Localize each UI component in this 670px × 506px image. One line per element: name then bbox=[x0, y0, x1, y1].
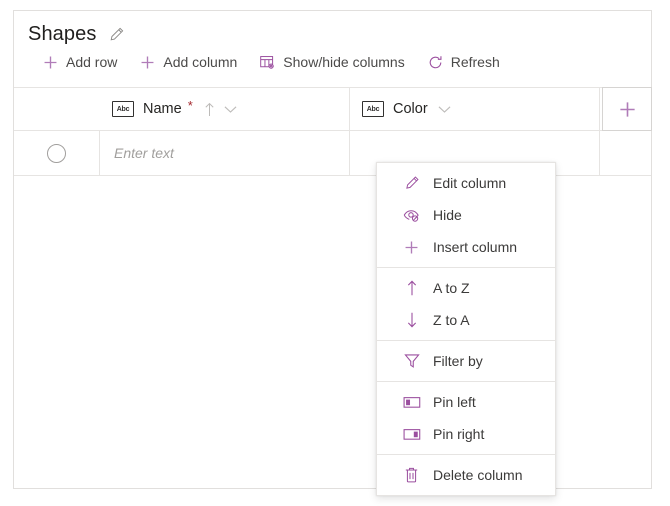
arrow-up-icon[interactable] bbox=[203, 102, 216, 117]
menu-separator bbox=[377, 454, 555, 455]
show-hide-columns-label: Show/hide columns bbox=[283, 54, 405, 70]
menu-item-edit-column[interactable]: Edit column bbox=[377, 167, 555, 199]
radio-unselected-icon[interactable] bbox=[47, 143, 66, 163]
table-settings-icon bbox=[259, 54, 276, 71]
arrow-down-icon bbox=[403, 312, 420, 329]
menu-item-label: Z to A bbox=[433, 312, 470, 328]
menu-item-label: Pin left bbox=[433, 394, 476, 410]
column-header-name-label: Name bbox=[143, 101, 182, 117]
add-column-button[interactable]: Add column bbox=[137, 51, 239, 74]
refresh-button[interactable]: Refresh bbox=[425, 51, 502, 74]
cell-name[interactable]: Enter text bbox=[100, 131, 350, 175]
menu-item-delete-column[interactable]: Delete column bbox=[377, 459, 555, 491]
menu-item-filter-by[interactable]: Filter by bbox=[377, 345, 555, 377]
plus-icon bbox=[403, 239, 420, 256]
chevron-down-icon[interactable] bbox=[438, 105, 451, 114]
pin-right-icon bbox=[403, 426, 420, 443]
name-input-placeholder: Enter text bbox=[114, 145, 174, 161]
grid-header-row: Abc Name * Abc Color bbox=[14, 87, 652, 131]
command-toolbar: Add row Add column Show/hide columns Ref… bbox=[14, 43, 651, 81]
pencil-icon bbox=[403, 175, 420, 192]
column-header-color[interactable]: Abc Color bbox=[350, 88, 600, 130]
column-context-menu: Edit column Hide Insert column A to Z Z … bbox=[376, 162, 556, 496]
menu-item-label: Hide bbox=[433, 207, 462, 223]
menu-item-pin-left[interactable]: Pin left bbox=[377, 386, 555, 418]
menu-separator bbox=[377, 267, 555, 268]
column-header-name[interactable]: Abc Name * bbox=[100, 88, 350, 130]
add-column-label: Add column bbox=[163, 54, 238, 70]
abc-icon: Abc bbox=[112, 101, 134, 117]
add-row-label: Add row bbox=[66, 54, 118, 70]
plus-icon bbox=[139, 54, 156, 71]
add-row-button[interactable]: Add row bbox=[40, 51, 119, 74]
menu-item-label: Edit column bbox=[433, 175, 507, 191]
menu-item-label: Pin right bbox=[433, 426, 485, 442]
chevron-down-icon[interactable] bbox=[224, 105, 237, 114]
menu-item-hide[interactable]: Hide bbox=[377, 199, 555, 231]
menu-item-sort-z-to-a[interactable]: Z to A bbox=[377, 304, 555, 336]
pencil-icon[interactable] bbox=[108, 26, 125, 43]
plus-icon bbox=[618, 100, 637, 119]
abc-icon: Abc bbox=[362, 101, 384, 117]
eye-hide-icon bbox=[403, 207, 420, 224]
trash-icon bbox=[403, 467, 420, 484]
show-hide-columns-button[interactable]: Show/hide columns bbox=[257, 51, 406, 74]
refresh-icon bbox=[427, 54, 444, 71]
menu-item-label: Filter by bbox=[433, 353, 483, 369]
menu-item-pin-right[interactable]: Pin right bbox=[377, 418, 555, 450]
title-bar: Shapes bbox=[14, 11, 651, 45]
menu-item-label: Insert column bbox=[433, 239, 518, 255]
list-card: Shapes Add row Add column Show/hide colu… bbox=[13, 10, 652, 496]
filter-icon bbox=[403, 353, 420, 370]
refresh-label: Refresh bbox=[450, 54, 500, 70]
arrow-up-icon bbox=[403, 280, 420, 297]
page-title: Shapes bbox=[28, 22, 97, 45]
menu-item-insert-column[interactable]: Insert column bbox=[377, 231, 555, 263]
menu-separator bbox=[377, 381, 555, 382]
menu-item-label: A to Z bbox=[433, 280, 470, 296]
add-column-cell-button[interactable] bbox=[602, 87, 652, 131]
plus-icon bbox=[42, 54, 59, 71]
menu-item-label: Delete column bbox=[433, 467, 523, 483]
menu-item-sort-a-to-z[interactable]: A to Z bbox=[377, 272, 555, 304]
required-marker: * bbox=[187, 98, 193, 113]
row-select-cell[interactable] bbox=[14, 131, 100, 175]
menu-separator bbox=[377, 340, 555, 341]
pin-left-icon bbox=[403, 394, 420, 411]
select-all-header-cell bbox=[14, 88, 100, 130]
column-header-color-label: Color bbox=[393, 101, 428, 117]
